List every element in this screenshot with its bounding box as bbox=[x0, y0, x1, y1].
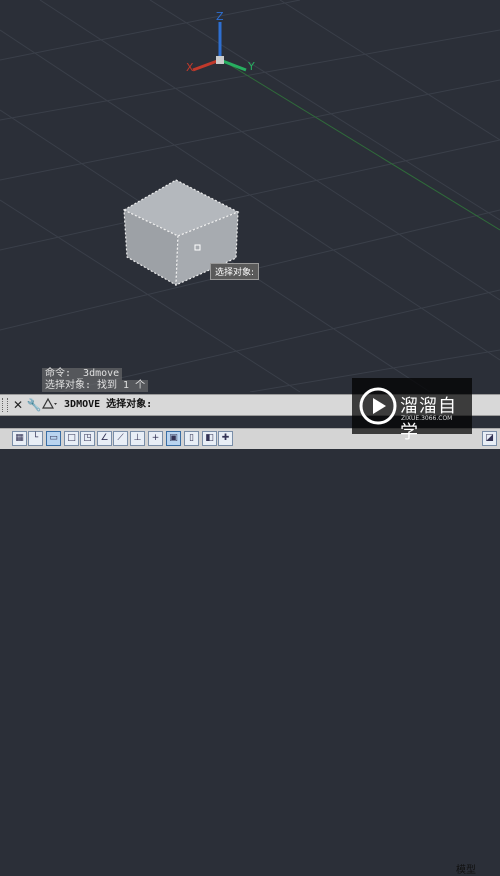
dyn-toggle-icon[interactable]: ▣ bbox=[166, 431, 181, 446]
command-prompt-icon[interactable] bbox=[42, 397, 58, 411]
drawing-viewport[interactable]: Z Y X 选择对象: 命令: _3dmove 选择对象: 找到 1 个 bbox=[0, 0, 500, 392]
grid-toggle-icon[interactable]: ▦ bbox=[12, 431, 27, 446]
command-line-grip[interactable] bbox=[2, 398, 8, 412]
snap-toggle-icon[interactable]: └ bbox=[28, 431, 43, 446]
selection-cycling-icon[interactable]: ✚ bbox=[218, 431, 233, 446]
command-input[interactable]: 3DMOVE 选择对象: bbox=[42, 397, 342, 413]
layout-icon[interactable]: ◪ bbox=[482, 431, 497, 446]
3dosnap-toggle-icon[interactable]: ⟋ bbox=[113, 431, 128, 446]
polar-toggle-icon[interactable]: ◳ bbox=[80, 431, 95, 446]
watermark: 溜溜自学 ZIXUE.3066.COM bbox=[352, 378, 472, 443]
transparency-toggle-icon[interactable]: ◧ bbox=[202, 431, 217, 446]
osnap-toggle-icon[interactable]: ∠ bbox=[97, 431, 112, 446]
watermark-url: ZIXUE.3066.COM bbox=[401, 415, 453, 422]
infer-toggle-icon[interactable]: □ bbox=[64, 431, 79, 446]
lineweight-toggle-icon[interactable]: ▯ bbox=[184, 431, 199, 446]
ducs-toggle-icon[interactable]: + bbox=[148, 431, 163, 446]
z-axis-label: Z bbox=[216, 10, 224, 23]
viewport-canvas: Z Y X bbox=[0, 0, 500, 392]
y-axis-label: Y bbox=[247, 60, 255, 73]
model-space-label[interactable]: 模型 bbox=[456, 861, 476, 876]
otrack-toggle-icon[interactable]: ⊥ bbox=[130, 431, 145, 446]
command-text: 3DMOVE 选择对象: bbox=[64, 399, 153, 410]
command-history-line-2: 选择对象: 找到 1 个 bbox=[42, 380, 149, 392]
wrench-icon[interactable]: 🔧 bbox=[26, 397, 42, 413]
close-icon[interactable]: ✕ bbox=[10, 397, 26, 413]
ucs-icon: Z Y X bbox=[186, 10, 255, 74]
grid bbox=[0, 0, 500, 392]
watermark-logo-icon bbox=[359, 387, 397, 425]
command-history-line-1: 命令: _3dmove bbox=[42, 368, 123, 380]
ortho-toggle-icon[interactable]: ▭ bbox=[46, 431, 61, 446]
cursor-tooltip: 选择对象: bbox=[210, 263, 260, 280]
x-axis-label: X bbox=[186, 61, 194, 74]
